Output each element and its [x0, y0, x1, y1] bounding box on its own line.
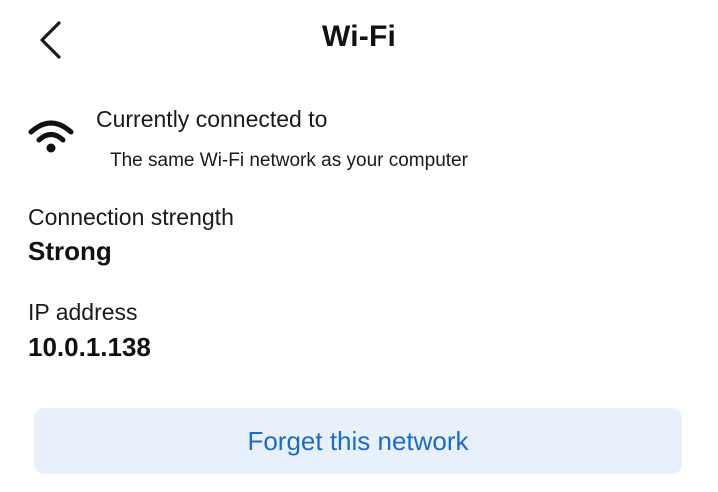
forget-network-button[interactable]: Forget this network [34, 408, 682, 474]
connection-strength-label: Connection strength [28, 204, 234, 230]
ip-address-label: IP address [28, 299, 138, 325]
connected-label: Currently connected to [96, 106, 328, 132]
ip-address-value: 10.0.1.138 [28, 332, 151, 362]
connection-info: Currently connected to The same Wi-Fi ne… [28, 106, 688, 176]
connected-network-value: The same Wi-Fi network as your computer [110, 150, 468, 171]
forget-network-label: Forget this network [247, 425, 469, 456]
connection-strength-value: Strong [28, 236, 112, 266]
wifi-icon [28, 120, 74, 153]
page-title: Wi-Fi [321, 20, 397, 53]
header: Wi-Fi [0, 0, 718, 80]
